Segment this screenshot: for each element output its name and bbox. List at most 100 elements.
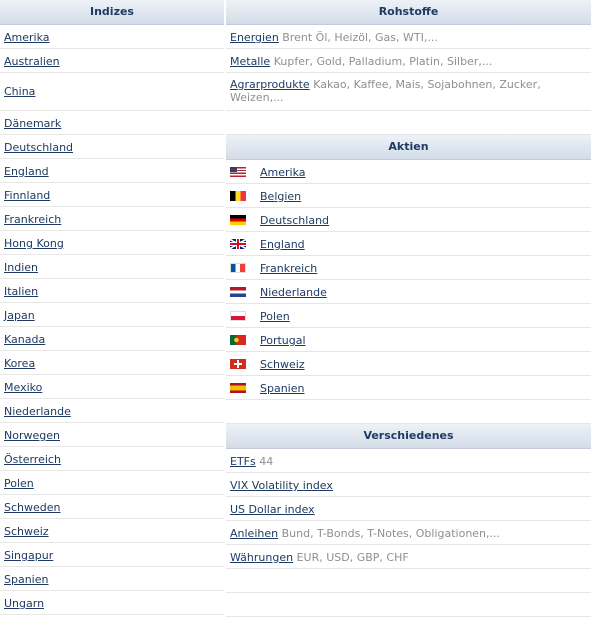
aktien-row: Amerika [226, 160, 591, 184]
indizes-row: Polen [0, 471, 224, 495]
indizes-link[interactable]: Dänemark [4, 117, 61, 130]
indizes-row: Korea [0, 351, 224, 375]
flag-gb-icon [230, 239, 246, 249]
indizes-row: Schweden [0, 495, 224, 519]
verschiedenes-row: ETFs 44 [226, 449, 591, 473]
aktien-link[interactable]: Schweiz [260, 358, 305, 371]
indizes-link[interactable]: Spanien [4, 573, 48, 586]
indizes-column: Indizes Amerika Australien China Dänemark De… [0, 0, 224, 615]
verschiedenes-row: VIX Volatility index [226, 473, 591, 497]
indizes-link[interactable]: Frankreich [4, 213, 61, 226]
flag-pl-icon [230, 311, 246, 321]
empty-row [226, 400, 591, 424]
indizes-link[interactable]: Singapur [4, 549, 53, 562]
indizes-row: Niederlande [0, 399, 224, 423]
indizes-row: Deutschland [0, 135, 224, 159]
flag-be-icon [230, 191, 246, 201]
indizes-row: China [0, 73, 224, 111]
aktien-row: England [226, 232, 591, 256]
aktien-row: Deutschland [226, 208, 591, 232]
indizes-row: Ungarn [0, 591, 224, 615]
indizes-link[interactable]: Korea [4, 357, 35, 370]
indizes-row: England [0, 159, 224, 183]
verschiedenes-link[interactable]: US Dollar index [230, 503, 315, 516]
energien-link[interactable]: Energien [230, 31, 279, 44]
aktien-link[interactable]: Niederlande [260, 286, 327, 299]
indizes-link[interactable]: Japan [4, 309, 35, 322]
rohstoffe-row-agrarprodukte: Agrarprodukte Kakao, Kaffee, Mais, Sojab… [226, 73, 591, 111]
indizes-link[interactable]: Mexiko [4, 381, 42, 394]
indizes-link[interactable]: Schweiz [4, 525, 49, 538]
aktien-link[interactable]: Amerika [260, 166, 306, 179]
aktien-link[interactable]: England [260, 238, 305, 251]
flag-es-icon [230, 383, 246, 393]
indizes-row: Italien [0, 279, 224, 303]
indizes-row: Hong Kong [0, 231, 224, 255]
rohstoffe-row-metalle: Metalle Kupfer, Gold, Palladium, Platin,… [226, 49, 591, 73]
indizes-link[interactable]: Norwegen [4, 429, 60, 442]
flag-nl-icon [230, 287, 246, 297]
verschiedenes-header: Verschiedenes [226, 424, 591, 449]
verschiedenes-detail: Bund, T-Bonds, T-Notes, Obligationen,... [281, 527, 501, 540]
aktien-row: Frankreich [226, 256, 591, 280]
empty-row [226, 111, 591, 135]
aktien-link[interactable]: Frankreich [260, 262, 317, 275]
verschiedenes-link[interactable]: Anleihen [230, 527, 278, 540]
aktien-row: Belgien [226, 184, 591, 208]
indizes-link[interactable]: Amerika [4, 31, 50, 44]
verschiedenes-link[interactable]: ETFs [230, 455, 256, 468]
verschiedenes-link[interactable]: Währungen [230, 551, 293, 564]
aktien-link[interactable]: Belgien [260, 190, 301, 203]
indizes-link[interactable]: Kanada [4, 333, 45, 346]
indizes-link[interactable]: Australien [4, 55, 60, 68]
indizes-row: Norwegen [0, 423, 224, 447]
indizes-link[interactable]: Indien [4, 261, 38, 274]
indizes-link[interactable]: Italien [4, 285, 38, 298]
energien-detail: Brent Öl, Heizöl, Gas, WTI,... [282, 31, 438, 44]
rohstoffe-header: Rohstoffe [226, 0, 591, 25]
verschiedenes-row: US Dollar index [226, 497, 591, 521]
flag-fr-icon [230, 263, 246, 273]
verschiedenes-row: Anleihen Bund, T-Bonds, T-Notes, Obligat… [226, 521, 591, 545]
agrarprodukte-link[interactable]: Agrarprodukte [230, 78, 310, 91]
indizes-link[interactable]: Niederlande [4, 405, 71, 418]
indizes-row: Singapur [0, 543, 224, 567]
indizes-link[interactable]: China [4, 85, 218, 98]
indizes-row: Finnland [0, 183, 224, 207]
aktien-link[interactable]: Portugal [260, 334, 306, 347]
indizes-row: Österreich [0, 447, 224, 471]
indizes-link[interactable]: Österreich [4, 453, 61, 466]
flag-ch-icon [230, 359, 246, 369]
aktien-row: Schweiz [226, 352, 591, 376]
indizes-link[interactable]: Finnland [4, 189, 50, 202]
indizes-link[interactable]: Hong Kong [4, 237, 64, 250]
indizes-row: Kanada [0, 327, 224, 351]
aktien-row: Polen [226, 304, 591, 328]
aktien-row: Spanien [226, 376, 591, 400]
indizes-row: Amerika [0, 25, 224, 49]
aktien-link[interactable]: Deutschland [260, 214, 329, 227]
indizes-link[interactable]: Schweden [4, 501, 61, 514]
verschiedenes-link[interactable]: VIX Volatility index [230, 479, 333, 492]
aktien-row: Portugal [226, 328, 591, 352]
indizes-link[interactable]: Deutschland [4, 141, 73, 154]
empty-row [226, 593, 591, 617]
metalle-link[interactable]: Metalle [230, 55, 270, 68]
aktien-link[interactable]: Polen [260, 310, 290, 323]
indizes-link[interactable]: England [4, 165, 49, 178]
flag-de-icon [230, 215, 246, 225]
indizes-link[interactable]: Polen [4, 477, 34, 490]
indizes-row: Schweiz [0, 519, 224, 543]
aktien-link[interactable]: Spanien [260, 382, 304, 395]
metalle-detail: Kupfer, Gold, Palladium, Platin, Silber,… [273, 55, 493, 68]
indizes-row: Mexiko [0, 375, 224, 399]
indizes-row: Frankreich [0, 207, 224, 231]
aktien-row: Niederlande [226, 280, 591, 304]
indizes-header: Indizes [0, 0, 224, 25]
verschiedenes-detail: EUR, USD, GBP, CHF [296, 551, 409, 564]
indizes-row: Dänemark [0, 111, 224, 135]
flag-us-icon [230, 167, 246, 177]
right-column: Rohstoffe Energien Brent Öl, Heizöl, Gas… [226, 0, 591, 617]
indizes-link[interactable]: Ungarn [4, 597, 44, 610]
indizes-row: Spanien [0, 567, 224, 591]
